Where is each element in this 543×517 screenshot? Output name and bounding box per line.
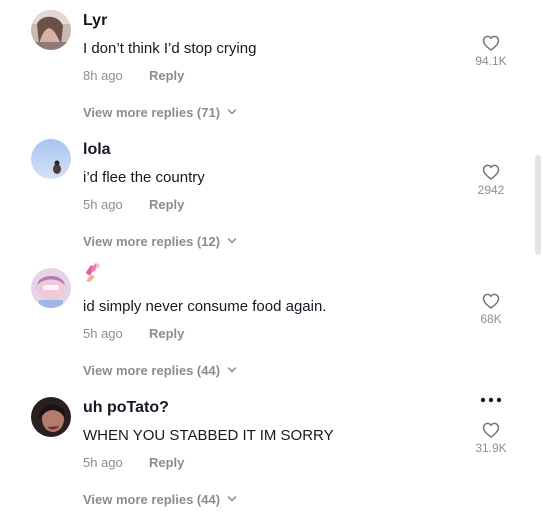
username[interactable]: lola — [83, 141, 111, 159]
comment-timestamp: 5h ago — [83, 326, 123, 341]
like-button[interactable]: 68K — [466, 291, 516, 329]
comment-text: I don’t think I’d stop crying — [83, 40, 257, 57]
view-more-replies-label: View more replies (12) — [83, 233, 221, 249]
comment-text: WHEN YOU STABBED IT IM SORRY — [83, 427, 334, 444]
heart-outline-icon — [482, 293, 500, 309]
heart-outline-icon — [482, 35, 500, 51]
like-button[interactable]: 2942 — [466, 162, 516, 200]
like-count: 2942 — [477, 183, 505, 197]
nail-polish-emoji-icon[interactable] — [82, 261, 104, 283]
reply-button[interactable]: Reply — [149, 455, 184, 470]
view-more-replies-button[interactable]: View more replies (44) — [83, 361, 237, 379]
comment-text: id simply never consume food again. — [83, 298, 327, 315]
view-more-replies-label: View more replies (44) — [83, 362, 221, 378]
comment-timestamp: 5h ago — [83, 197, 123, 212]
comment-text: i’d flee the country — [83, 169, 205, 186]
reply-button[interactable]: Reply — [149, 197, 184, 212]
reply-button[interactable]: Reply — [149, 68, 184, 83]
chevron-down-icon — [227, 238, 237, 244]
comment-list: Lyr I don’t think I’d stop crying 8h ago… — [0, 0, 543, 517]
comment-timestamp: 8h ago — [83, 68, 123, 83]
like-count: 31.9K — [475, 441, 507, 455]
view-more-replies-label: View more replies (71) — [83, 104, 221, 120]
more-options-icon[interactable] — [478, 390, 504, 410]
avatar[interactable] — [31, 139, 71, 179]
username[interactable]: Lyr — [83, 12, 107, 30]
like-button[interactable]: 94.1K — [466, 33, 516, 71]
scrollbar[interactable] — [535, 155, 541, 255]
heart-outline-icon — [482, 164, 500, 180]
avatar[interactable] — [31, 397, 71, 437]
avatar[interactable] — [31, 268, 71, 308]
comment-item: Lyr I don’t think I’d stop crying 8h ago… — [0, 0, 530, 129]
avatar[interactable] — [31, 10, 71, 50]
comment-item: lola i’d flee the country 5h ago Reply 2… — [0, 129, 530, 258]
chevron-down-icon — [227, 109, 237, 115]
chevron-down-icon — [227, 367, 237, 373]
view-more-replies-button[interactable]: View more replies (71) — [83, 103, 237, 121]
comment-item: uh poTato? WHEN YOU STABBED IT IM SORRY … — [0, 387, 530, 516]
heart-outline-icon — [482, 422, 500, 438]
reply-button[interactable]: Reply — [149, 326, 184, 341]
like-button[interactable]: 31.9K — [466, 420, 516, 458]
like-count: 94.1K — [475, 54, 507, 68]
view-more-replies-button[interactable]: View more replies (12) — [83, 232, 237, 250]
comment-item: id simply never consume food again. 5h a… — [0, 258, 530, 387]
username[interactable]: uh poTato? — [83, 399, 169, 417]
like-count: 68K — [480, 312, 502, 326]
chevron-down-icon — [227, 496, 237, 502]
view-more-replies-label: View more replies (44) — [83, 491, 221, 507]
comment-timestamp: 5h ago — [83, 455, 123, 470]
view-more-replies-button[interactable]: View more replies (44) — [83, 490, 237, 508]
